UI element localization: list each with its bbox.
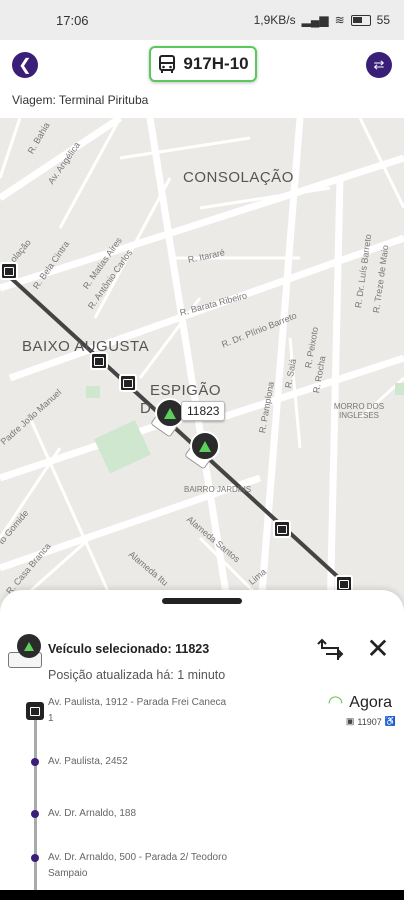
back-arrow-icon: ❮ [18, 57, 32, 74]
close-button[interactable]: ✕ [362, 634, 394, 666]
eta-vehicle-number: 11907 [357, 716, 382, 727]
route-turn-icon [317, 638, 344, 660]
signal-icon: ▂▄▆ [301, 13, 329, 27]
eta-time: Agora [349, 693, 392, 711]
swap-direction-button[interactable]: ⇄ [366, 52, 392, 78]
area-label-espigao-2: D [140, 400, 152, 417]
sheet-drag-handle[interactable] [162, 598, 242, 604]
route-direction-button[interactable] [316, 634, 348, 666]
area-label-baixo-augusta: BAIXO AUGUSTA [22, 338, 150, 355]
accessibility-icon: ♿ [384, 716, 396, 726]
battery-icon [350, 14, 371, 26]
route-code: 917H-10 [183, 54, 249, 73]
app-header: ❮ 917H-10 ⇄ [0, 40, 404, 90]
area-label-morro: MORRO DOS INGLESES [333, 402, 385, 420]
eta-display: ◠ Agora [328, 692, 392, 713]
eta-vehicle: ▣ 11907 ♿ [346, 716, 396, 727]
timeline-dot [31, 810, 39, 818]
bus-stop-marker[interactable] [0, 262, 18, 280]
route-timeline [34, 710, 37, 890]
map-view[interactable]: CONSOLAÇÃO BAIXO AUGUSTA ESPIGÃO D MORRO… [0, 118, 404, 618]
system-nav-bar [0, 890, 404, 900]
realtime-signal-icon: ◠ [327, 692, 344, 712]
bus-icon [159, 55, 176, 73]
status-time: 17:06 [56, 12, 89, 28]
bus-stop-marker[interactable] [90, 352, 108, 370]
selected-vehicle-marker[interactable] [190, 431, 220, 461]
position-updated-text: Posição atualizada há: 1 minuto [48, 668, 226, 682]
stop-name[interactable]: Av. Paulista, 2452 [48, 754, 228, 770]
battery-level: 55 [376, 13, 390, 27]
stop-name[interactable]: Av. Dr. Arnaldo, 188 [48, 806, 228, 822]
timeline-dot [31, 758, 39, 766]
timeline-dot [31, 854, 39, 862]
wifi-icon: ≋ [334, 13, 345, 27]
network-speed: 1,9KB/s [253, 13, 296, 27]
selected-vehicle-title: Veículo selecionado: 11823 [48, 642, 210, 656]
trip-label: Viagem: Terminal Pirituba [12, 93, 149, 107]
direction-arrow-icon [17, 634, 41, 658]
stop-name[interactable]: Av. Dr. Arnaldo, 500 - Parada 2/ Teodoro… [48, 850, 228, 882]
area-label-bairro-jardins: BAIRRO JARDINS [184, 485, 252, 494]
close-icon: ✕ [366, 633, 390, 664]
swap-icon: ⇄ [373, 57, 385, 72]
bus-stop-marker[interactable] [119, 374, 137, 392]
area-label-consolacao: CONSOLAÇÃO [183, 169, 294, 186]
area-label-espigao: ESPIGÃO [150, 382, 222, 399]
back-button[interactable]: ❮ [12, 52, 38, 78]
vehicle-icon [8, 634, 44, 670]
bus-small-icon: ▣ [345, 716, 355, 726]
status-icons: 1,9KB/s ▂▄▆ ≋ 55 [254, 13, 390, 27]
bus-stop-marker[interactable] [273, 520, 291, 538]
stop-name[interactable]: Av. Paulista, 1912 - Parada Frei Caneca … [48, 695, 228, 727]
vehicle-tooltip[interactable]: 11823 [181, 401, 226, 421]
route-chip[interactable]: 917H-10 [149, 46, 257, 82]
vehicle-bottom-sheet: Veículo selecionado: 11823 Posição atual… [0, 590, 404, 890]
status-bar: 17:06 1,9KB/s ▂▄▆ ≋ 55 [0, 0, 404, 40]
map-canvas [0, 118, 404, 618]
timeline-stop-icon [26, 702, 44, 720]
